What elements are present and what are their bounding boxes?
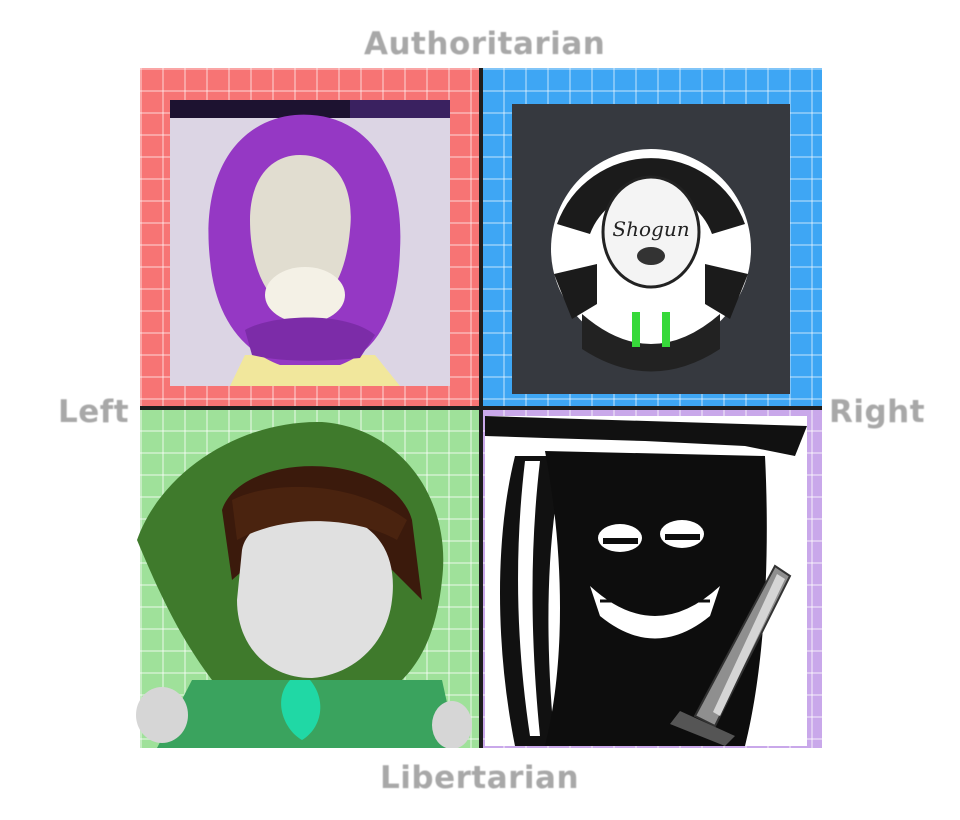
avatar-black-hat-swordsman — [485, 416, 807, 746]
axis-label-authoritarian: Authoritarian — [364, 26, 606, 62]
avatar-purple-hooded-character — [170, 100, 450, 386]
axis-label-left: Left — [58, 394, 130, 430]
axis-label-libertarian: Libertarian — [380, 760, 580, 796]
shogun-caption: Shogun — [612, 217, 689, 241]
political-compass: Shogun — [136, 68, 822, 748]
avatar-green-hooded-character — [122, 410, 476, 748]
axis-label-right: Right — [829, 394, 926, 430]
avatar-shogun-circle: Shogun — [512, 104, 790, 394]
